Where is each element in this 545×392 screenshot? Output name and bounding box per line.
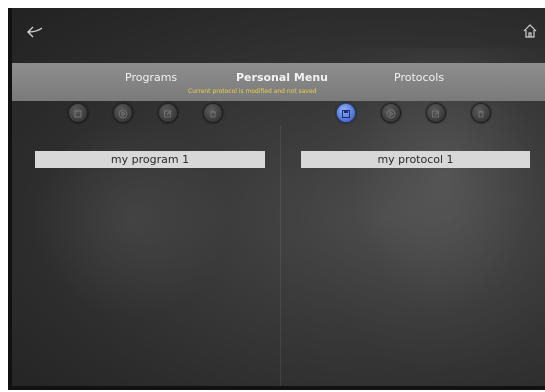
back-arrow-icon [27,24,43,43]
tab-programs[interactable]: Programs [125,71,177,84]
protocols-play-button[interactable] [381,103,401,123]
programs-toolbar [68,103,223,125]
back-button[interactable] [26,24,44,42]
programs-edit-button[interactable] [158,103,178,123]
background-figure-secondary [32,118,232,318]
programs-delete-button[interactable] [203,103,223,123]
home-button[interactable] [521,24,539,42]
protocols-toolbar [336,103,491,125]
protocols-edit-button[interactable] [426,103,446,123]
programs-play-button[interactable] [113,103,133,123]
play-icon [118,104,128,123]
protocols-delete-button[interactable] [471,103,491,123]
delete-icon [476,104,486,123]
play-icon [386,104,396,123]
save-icon [341,104,351,123]
edit-icon [431,104,441,123]
app-frame: Programs Personal Menu Protocols Current… [0,0,545,392]
stop-icon [73,104,83,123]
delete-icon [208,104,218,123]
programs-stop-button[interactable] [68,103,88,123]
protocol-list-item[interactable]: my protocol 1 [301,151,530,168]
unsaved-notice: Current protocol is modified and not sav… [188,88,317,95]
tab-personal-menu[interactable]: Personal Menu [236,71,328,84]
tab-protocols[interactable]: Protocols [394,71,444,84]
column-divider [280,126,281,388]
edit-icon [163,104,173,123]
tab-bar: Programs Personal Menu Protocols Current… [12,63,545,101]
protocols-save-button[interactable] [336,103,356,123]
program-list-item[interactable]: my program 1 [35,151,265,168]
home-icon [522,23,538,43]
frame-border-bottom [8,386,545,390]
screen: Programs Personal Menu Protocols Current… [12,8,545,388]
